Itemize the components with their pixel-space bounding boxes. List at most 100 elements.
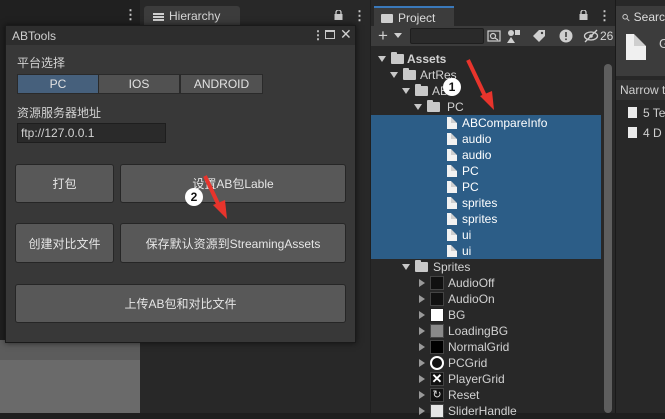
file-icon [447,213,457,225]
tree-item-sprite[interactable]: AudioOn [371,291,601,307]
hierarchy-menu-icon[interactable]: ⋮ [353,8,366,24]
filter-by-label-icon[interactable] [531,28,547,44]
file-icon [447,197,457,209]
collapse-arrow-icon[interactable] [419,311,425,319]
tree-item-file[interactable]: audio [371,147,601,163]
tree-item-sprite[interactable]: AudioOff [371,275,601,291]
tree-item-file[interactable]: sprites [371,211,601,227]
tree-item-file[interactable]: audio [371,131,601,147]
audio-on-sprite-icon [430,292,444,306]
create-plus-icon[interactable]: + [378,26,388,46]
tab-hierarchy[interactable]: Hierarchy [144,6,240,26]
abtools-titlebar[interactable] [6,26,355,45]
tab-search[interactable]: Searc [616,6,665,28]
expand-arrow-icon[interactable] [378,56,386,62]
document-icon [626,34,646,60]
collapse-arrow-icon[interactable] [419,295,425,303]
tree-item-ab[interactable]: AB [371,83,601,99]
tree-item-file[interactable]: PC [371,163,601,179]
loading-bg-sprite-icon [430,324,444,338]
normal-grid-sprite-icon [430,340,444,354]
tab-project[interactable]: Project [374,6,454,28]
collapse-arrow-icon[interactable] [419,327,425,335]
filter-log-icon[interactable] [558,28,574,44]
tree-item-artres[interactable]: ArtRes [371,67,601,83]
save-default-assets-button[interactable]: 保存默认资源到StreamingAssets [120,223,346,263]
server-address-input[interactable]: ftp://127.0.0.1 [17,123,166,143]
result-item[interactable]: 4 D [643,126,662,140]
project-scrollbar-thumb[interactable] [604,64,612,413]
platform-option-pc[interactable]: PC [17,74,99,94]
platform-option-ios[interactable]: IOS [98,74,180,94]
expand-arrow-icon[interactable] [402,264,410,270]
collapse-arrow-icon[interactable] [419,343,425,351]
file-icon [447,117,457,129]
server-address-label: 资源服务器地址 [17,106,102,120]
tree-item-label: ui [462,244,472,258]
platform-option-android[interactable]: ANDROID [180,74,263,94]
collapse-arrow-icon[interactable] [419,375,425,383]
folder-icon [415,84,428,96]
search-tab-label: Searc [633,10,665,24]
tree-item-sprite[interactable]: NormalGrid [371,339,601,355]
scene-gray-area-lower [0,360,140,413]
expand-arrow-icon[interactable] [402,88,410,94]
tree-item-label: PC [462,180,479,194]
text-asset-icon [628,107,637,118]
expand-arrow-icon[interactable] [390,72,398,78]
maximize-icon[interactable] [325,30,335,39]
hierarchy-tab-label: Hierarchy [169,9,221,23]
bg-sprite-icon [430,308,444,322]
file-icon [447,149,457,161]
upload-ab-and-compare-button[interactable]: 上传AB包和对比文件 [15,284,346,323]
hidden-packages-icon[interactable] [583,28,599,44]
tree-item-label: SliderHandle [448,404,517,418]
project-menu-icon[interactable]: ⋮ [598,8,611,24]
set-ab-label-button[interactable]: 设置AB包Lable [120,164,346,203]
project-search-input[interactable] [410,28,484,44]
collapse-arrow-icon[interactable] [419,279,425,287]
project-lock-icon[interactable] [579,10,588,20]
abtools-title: ABTools [12,29,57,43]
pack-button[interactable]: 打包 [15,164,114,203]
create-dropdown-icon[interactable] [394,33,402,38]
expand-arrow-icon[interactable] [414,104,422,110]
left-panel-menu-icon[interactable]: ⋮ [124,8,137,22]
tree-item-sprite[interactable]: LoadingBG [371,323,601,339]
reset-sprite-icon: ↻ [430,388,444,402]
tree-item-label: Reset [448,388,480,402]
create-compare-file-button[interactable]: 创建对比文件 [15,223,114,263]
tree-item-label: audio [462,148,492,162]
collapse-arrow-icon[interactable] [419,407,425,415]
tree-item-sprite[interactable]: PCGrid [371,355,601,371]
search-by-type-icon[interactable] [486,28,502,44]
tree-item-file[interactable]: PC [371,179,601,195]
tree-item-label: sprites [462,212,498,226]
close-icon[interactable]: ✕ [340,26,352,43]
platform-label: 平台选择 [17,56,66,70]
tree-item-sprite[interactable]: SliderHandle [371,403,601,419]
tree-item-pc-folder[interactable]: PC [371,99,601,115]
tree-item-label: sprites [462,196,498,210]
hierarchy-lock-icon[interactable] [334,10,343,20]
collapse-arrow-icon[interactable] [419,391,425,399]
tree-item-sprite[interactable]: ↻ Reset [371,387,601,403]
collapse-arrow-icon[interactable] [419,359,425,367]
project-tree: Assets ArtRes AB PC ABCompareInfo audio … [371,49,601,418]
tree-item-label: audio [462,132,492,146]
tree-item-sprite[interactable]: BG [371,307,601,323]
abtools-menu-icon[interactable]: ⋮ [312,28,324,42]
tree-item-file[interactable]: ABCompareInfo [371,115,601,131]
annotation-marker-1: 1 [443,78,461,96]
tree-item-sprites-folder[interactable]: Sprites [371,259,601,275]
tree-item-assets[interactable]: Assets [371,51,601,67]
result-item[interactable]: 5 Te [643,106,665,120]
filter-by-type-icon[interactable] [506,28,522,44]
tree-item-file[interactable]: ui [371,227,601,243]
pc-grid-sprite-icon [430,356,444,370]
tree-item-sprite[interactable]: ✕ PlayerGrid [371,371,601,387]
tree-item-file[interactable]: sprites [371,195,601,211]
tree-item-label: PC [462,164,479,178]
tree-item-file[interactable]: ui [371,243,601,259]
project-tab-label: Project [398,11,436,25]
